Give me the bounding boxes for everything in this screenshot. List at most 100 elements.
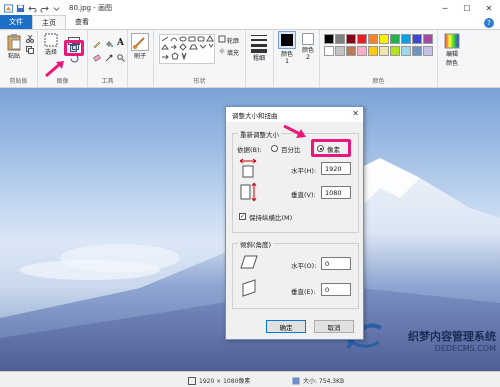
palette-color-swatch[interactable]: [379, 46, 389, 56]
dimensions-icon: [188, 376, 196, 385]
redo-icon[interactable]: [40, 4, 49, 13]
color1-swatch: [281, 34, 293, 46]
text-tool-icon[interactable]: A: [117, 38, 124, 48]
pencil-icon[interactable]: [93, 40, 101, 48]
size-button[interactable]: 粗细: [250, 33, 268, 62]
magnifier-icon[interactable]: [117, 54, 125, 62]
resize-section-title: 重新调整大小: [238, 129, 281, 139]
palette-color-swatch[interactable]: [412, 34, 422, 44]
resize-horizontal-icon: [239, 158, 257, 178]
ribbon-tabs: 文件 主页 查看 ?: [0, 15, 500, 30]
fill-label[interactable]: 填充: [227, 48, 239, 57]
edit-colors-button[interactable]: 编辑颜色: [441, 33, 463, 67]
keep-ratio-label: 保持纵横比(M): [249, 214, 293, 222]
colors-group: 颜色: [320, 30, 438, 88]
tab-view[interactable]: 查看: [66, 15, 98, 29]
cancel-button[interactable]: 取消: [314, 320, 354, 333]
dialog-close-icon[interactable]: ✕: [352, 109, 359, 118]
colors-group-label: 颜色: [372, 78, 385, 85]
title-bar: 80.jpg - 画图 ─ ☐ ✕: [0, 0, 500, 16]
clipboard-group-label: 剪贴板: [9, 78, 28, 85]
palette-color-swatch[interactable]: [357, 34, 367, 44]
palette-color-swatch[interactable]: [335, 34, 345, 44]
outline-label[interactable]: 轮廓: [227, 36, 239, 45]
maximize-button[interactable]: ☐: [456, 0, 478, 16]
tools-group: A 工具: [88, 30, 128, 88]
file-size-text: 大小: 754.3KB: [303, 378, 345, 385]
minimize-button[interactable]: ─: [434, 0, 456, 16]
palette-color-swatch[interactable]: [335, 46, 345, 56]
palette-color-swatch[interactable]: [423, 34, 433, 44]
select-label: 选择: [44, 49, 57, 56]
size-group: 粗细: [246, 30, 274, 88]
customize-toolbar-icon[interactable]: [52, 4, 61, 13]
horizontal-input[interactable]: 1920: [321, 162, 351, 175]
palette-color-swatch[interactable]: [390, 34, 400, 44]
status-bar: 1920 × 1080像素 大小: 754.3KB: [0, 371, 500, 387]
select-button[interactable]: 选择: [44, 33, 58, 56]
color2-swatch: [302, 33, 314, 45]
undo-icon[interactable]: [28, 4, 37, 13]
watermark: 织梦内容管理系统 DEDECMS.COM: [408, 328, 496, 353]
color-wheel-icon: [444, 33, 460, 49]
resize-skew-dialog: 调整大小和扭曲 ✕ 重新调整大小 依据(B): 百分比 像素 水平(H): 19…: [225, 106, 364, 340]
horizontal-label: 水平(H):: [291, 167, 317, 175]
shapes-group: 轮廓 填充 形状: [154, 30, 246, 88]
watermark-line1: 织梦内容管理系统: [408, 330, 496, 343]
palette-color-swatch[interactable]: [401, 46, 411, 56]
palette-color-swatch[interactable]: [401, 34, 411, 44]
select-rectangle-icon: [44, 33, 58, 47]
dialog-pointer-arrow-icon: [283, 124, 306, 138]
palette-color-swatch[interactable]: [324, 46, 334, 56]
fill-icon[interactable]: [218, 47, 226, 55]
clipboard-group: 粘贴 剪贴板: [0, 30, 38, 88]
color2-button[interactable]: 颜色 2: [299, 33, 317, 61]
color1-frame: [278, 31, 296, 49]
tools-group-label: 工具: [101, 78, 114, 85]
palette-color-swatch[interactable]: [324, 34, 334, 44]
window-title: 80.jpg - 画图: [69, 4, 112, 12]
resize-section: 重新调整大小 依据(B): 百分比 像素 水平(H): 1920 垂直(V): …: [232, 129, 359, 233]
eraser-icon[interactable]: [93, 54, 101, 62]
save-size-icon: [292, 377, 300, 384]
shapes-gallery[interactable]: [159, 34, 215, 64]
palette-color-swatch[interactable]: [412, 46, 422, 56]
palette-color-swatch[interactable]: [379, 34, 389, 44]
brush-button[interactable]: 刷子: [131, 33, 149, 60]
pixels-highlight-box: [311, 139, 351, 157]
help-button[interactable]: ?: [484, 18, 494, 28]
palette-color-swatch[interactable]: [346, 34, 356, 44]
save-icon[interactable]: [16, 4, 25, 13]
color1-button[interactable]: 颜色 1: [277, 31, 297, 65]
tab-home[interactable]: 主页: [32, 15, 66, 29]
tab-file[interactable]: 文件: [0, 15, 32, 29]
skew-horizontal-icon: [240, 255, 258, 269]
fill-bucket-icon[interactable]: [105, 40, 113, 48]
outline-icon[interactable]: [218, 35, 226, 43]
palette-color-swatch[interactable]: [368, 34, 378, 44]
vertical-input[interactable]: 1080: [321, 186, 351, 199]
palette-color-swatch[interactable]: [357, 46, 367, 56]
copy-icon[interactable]: [26, 46, 34, 54]
paste-button[interactable]: 粘贴: [6, 33, 22, 60]
skew-v-label: 垂直(E):: [291, 288, 316, 296]
cut-icon[interactable]: [26, 35, 34, 43]
skew-v-input[interactable]: 0: [321, 283, 351, 296]
close-button[interactable]: ✕: [478, 0, 500, 16]
color-picker-icon[interactable]: [105, 54, 113, 62]
brush-label: 刷子: [133, 53, 146, 60]
palette-color-swatch[interactable]: [368, 46, 378, 56]
skew-h-input[interactable]: 0: [321, 257, 351, 270]
ok-button[interactable]: 确定: [266, 320, 306, 333]
color2-label: 颜色 2: [302, 47, 315, 61]
palette-color-swatch[interactable]: [390, 46, 400, 56]
percent-radio[interactable]: [271, 145, 278, 152]
palette-color-swatch[interactable]: [423, 46, 433, 56]
dimensions-text: 1920 × 1080像素: [199, 378, 251, 385]
size-label: 粗细: [252, 55, 265, 62]
keep-ratio-checkbox[interactable]: ✓: [239, 213, 246, 220]
skew-vertical-icon: [242, 279, 256, 297]
brush-icon: [131, 33, 149, 51]
vertical-label: 垂直(V):: [291, 191, 316, 199]
palette-color-swatch[interactable]: [346, 46, 356, 56]
